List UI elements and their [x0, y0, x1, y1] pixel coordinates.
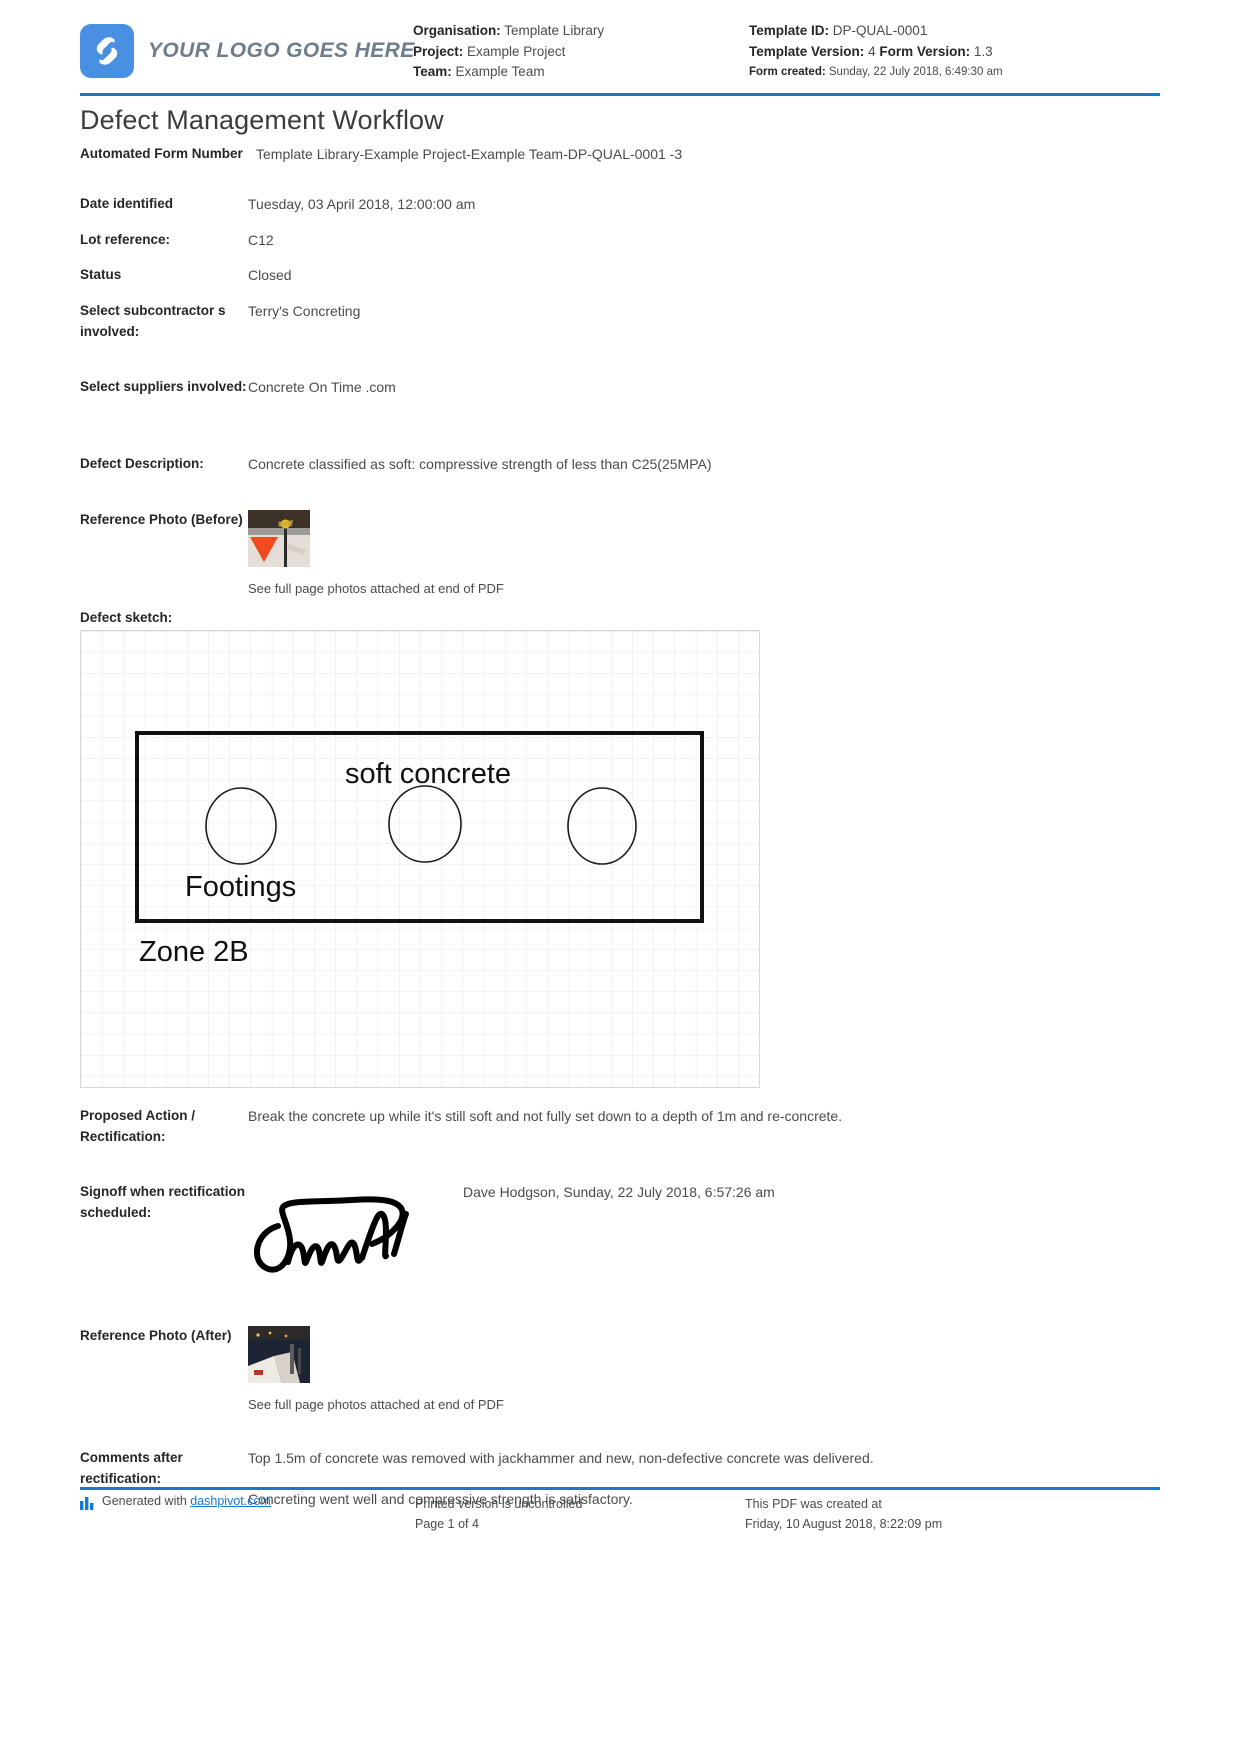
footer-generated-prefix: Generated with	[102, 1494, 191, 1508]
meta-organisation-value: Template Library	[504, 23, 605, 38]
form-fields-lower: Proposed Action / Rectification: Break t…	[80, 1106, 1160, 1510]
signature-image	[248, 1188, 443, 1278]
field-label: Lot reference:	[80, 232, 171, 247]
field-label: Proposed Action / Rectification:	[80, 1108, 196, 1144]
meta-form-version-label: Form Version:	[879, 43, 971, 59]
meta-form-created-value: Sunday, 22 July 2018, 6:49:30 am	[828, 66, 1003, 78]
meta-team-label: Team:	[413, 64, 452, 79]
field-label: Comments after rectification:	[80, 1450, 183, 1486]
meta-template-id-value: DP-QUAL-0001	[832, 23, 928, 38]
field-label: Reference Photo (After)	[80, 1328, 232, 1343]
dashpivot-bars-icon	[80, 1497, 95, 1513]
field-label: Reference Photo (Before)	[80, 512, 243, 527]
reference-photo-before-thumbnail[interactable]	[248, 510, 310, 567]
sketch-label-soft-concrete: soft concrete	[345, 758, 511, 790]
reference-photo-after-thumbnail[interactable]	[248, 1326, 310, 1383]
field-reference-photo-after: Reference Photo (After) See full page ph…	[80, 1326, 1160, 1415]
meta-team: Team: Example Team	[413, 62, 604, 83]
meta-project-value: Example Project	[467, 43, 566, 59]
field-status: Status Closed	[80, 265, 1160, 301]
field-label: Automated Form Number	[80, 146, 243, 161]
comment-line-2: Concreting went well and compressive str…	[248, 1491, 633, 1507]
meta-template-version-label: Template Version:	[749, 43, 865, 59]
field-label: Select suppliers involved:	[80, 379, 247, 394]
footer-generated-text: Generated with dashpivot.com	[102, 1494, 271, 1508]
logo-block: YOUR LOGO GOES HERE	[80, 24, 415, 78]
meta-template-version-value: 4	[868, 43, 876, 59]
field-value: Break the concrete up while it's still s…	[248, 1108, 843, 1124]
field-label: Defect Description:	[80, 456, 204, 471]
defect-sketch-label: Defect sketch:	[80, 610, 173, 625]
meta-project-label: Project:	[413, 43, 464, 59]
document-page: YOUR LOGO GOES HERE Organisation: Templa…	[0, 0, 1240, 1754]
field-automated-form-number: Automated Form Number Template Library-E…	[80, 144, 1160, 194]
dashpivot-link[interactable]: dashpivot.com	[190, 1494, 271, 1508]
field-reference-photo-before: Reference Photo (Before) See full page p…	[80, 510, 1160, 599]
header-meta-right: Template ID: DP-QUAL-0001 Template Versi…	[749, 21, 1003, 83]
field-lot-reference: Lot reference: C12	[80, 230, 1160, 265]
meta-form-created-label: Form created:	[749, 66, 826, 78]
field-value: Concrete classified as soft: compressive…	[248, 456, 712, 472]
field-label: Signoff when rectification scheduled:	[80, 1184, 246, 1220]
brand-logo-icon	[80, 24, 134, 78]
field-value: Concrete On Time .com	[248, 379, 396, 395]
page-title: Defect Management Workflow	[80, 105, 444, 135]
field-label: Status	[80, 267, 122, 282]
reference-photo-after-note: See full page photos attached at end of …	[248, 1397, 504, 1412]
reference-photo-before-note: See full page photos attached at end of …	[248, 581, 504, 596]
meta-template-id-label: Template ID:	[749, 23, 830, 38]
meta-organisation-label: Organisation:	[413, 23, 501, 38]
field-label: Select subcontractor s involved:	[80, 303, 226, 339]
meta-team-value: Example Team	[455, 64, 545, 79]
footer-divider	[80, 1487, 1160, 1490]
sketch-label-zone: Zone 2B	[139, 936, 249, 968]
sketch-label-footings: Footings	[185, 871, 296, 903]
meta-organisation: Organisation: Template Library	[413, 21, 604, 42]
footer-created-info: This PDF was created at Friday, 10 Augus…	[745, 1494, 942, 1534]
meta-project: Project: Example Project	[413, 42, 604, 63]
meta-form-version-value: 1.3	[973, 43, 993, 59]
header-divider	[80, 93, 1160, 96]
footer-page-number: Page 1 of 4	[415, 1517, 479, 1531]
footer-generated-block: Generated with dashpivot.com	[80, 1494, 271, 1513]
meta-template-id: Template ID: DP-QUAL-0001	[749, 21, 1003, 42]
field-value: Tuesday, 03 April 2018, 12:00:00 am	[248, 196, 476, 212]
meta-form-created: Form created: Sunday, 22 July 2018, 6:49…	[749, 62, 1003, 83]
meta-versions: Template Version: 4 Form Version: 1.3	[749, 42, 1003, 63]
footer-uncontrolled-note: Printed version is uncontrolled	[415, 1497, 583, 1511]
field-value: C12	[248, 232, 274, 248]
status-badge: Closed	[248, 267, 292, 283]
header-meta-left: Organisation: Template Library Project: …	[413, 21, 604, 83]
document-header: YOUR LOGO GOES HERE Organisation: Templa…	[80, 18, 1160, 90]
form-fields-upper: Automated Form Number Template Library-E…	[80, 144, 1160, 599]
field-defect-description: Defect Description: Concrete classified …	[80, 454, 1160, 510]
field-date-identified: Date identified Tuesday, 03 April 2018, …	[80, 194, 1160, 230]
field-label: Date identified	[80, 196, 174, 211]
field-subcontractors: Select subcontractor s involved: Terry's…	[80, 301, 1160, 377]
footer-created-timestamp: Friday, 10 August 2018, 8:22:09 pm	[745, 1517, 943, 1531]
logo-text: YOUR LOGO GOES HERE	[148, 39, 415, 62]
signoff-value: Dave Hodgson, Sunday, 22 July 2018, 6:57…	[463, 1184, 775, 1200]
footer-created-label: This PDF was created at	[745, 1497, 882, 1511]
field-suppliers: Select suppliers involved: Concrete On T…	[80, 377, 1160, 454]
defect-sketch-canvas[interactable]: soft concrete Footings Zone 2B	[80, 630, 760, 1088]
field-value: Template Library-Example Project-Example…	[256, 146, 683, 162]
field-proposed-action: Proposed Action / Rectification: Break t…	[80, 1106, 1160, 1182]
field-value: Terry's Concreting	[248, 303, 361, 319]
comment-line-1: Top 1.5m of concrete was removed with ja…	[248, 1450, 874, 1466]
footer-print-info: Printed version is uncontrolled Page 1 o…	[415, 1494, 582, 1534]
field-signoff: Signoff when rectification scheduled: Da…	[80, 1182, 1160, 1278]
